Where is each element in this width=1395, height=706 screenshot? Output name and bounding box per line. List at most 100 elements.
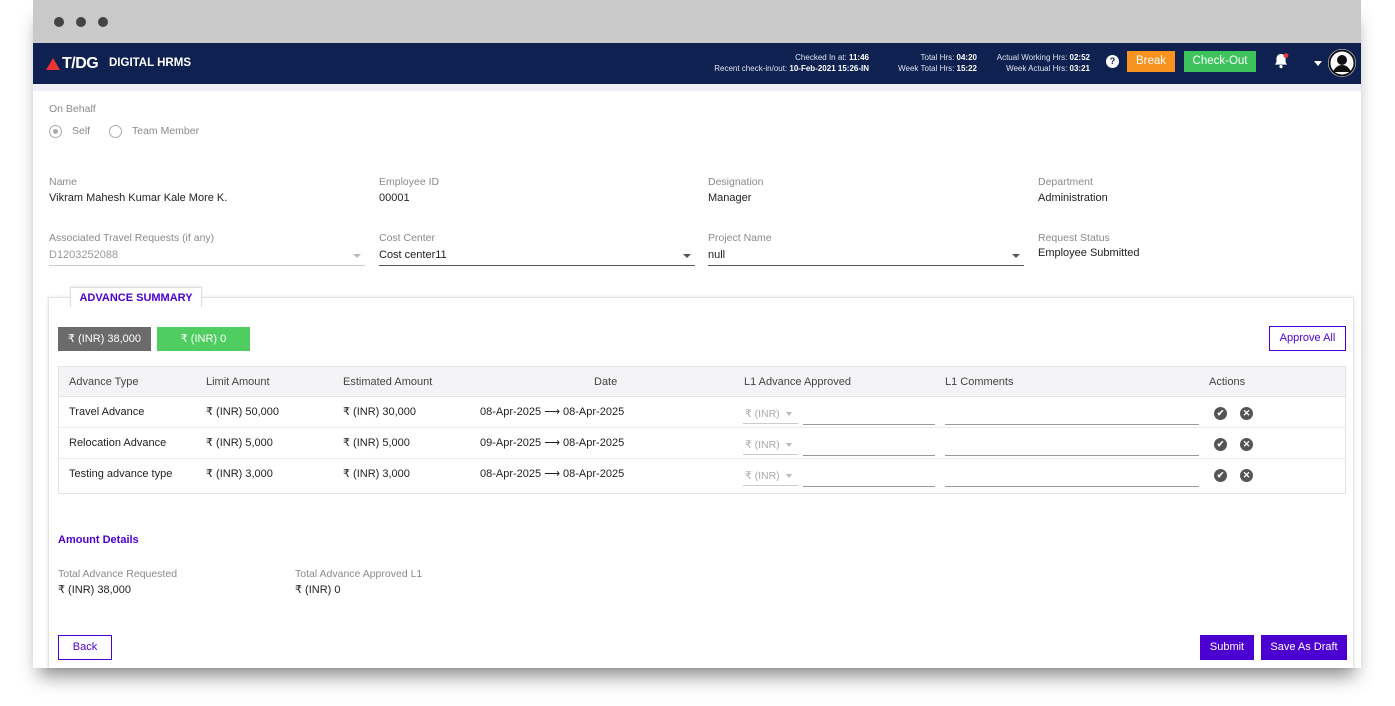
table-row: Travel Advance ₹ (INR) 50,000 ₹ (INR) 30… <box>59 397 1345 428</box>
designation-value: Manager <box>708 192 752 204</box>
l1-comments-input[interactable] <box>945 424 1199 425</box>
break-button[interactable]: Break <box>1127 51 1175 72</box>
col-advance-type: Advance Type <box>69 376 139 388</box>
window-dot-close[interactable] <box>54 17 64 27</box>
total-requested-label: Total Advance Requested <box>58 568 178 580</box>
checkin-stats: Checked In at: 11:46 Recent check-in/out… <box>683 52 869 74</box>
total-approved-label: Total Advance Approved L1 <box>295 568 423 580</box>
cost-center-value: Cost center11 <box>379 249 447 261</box>
actual-hrs-label: Actual Working Hrs: <box>996 53 1068 62</box>
approve-check-icon[interactable]: ✔ <box>1214 469 1227 482</box>
limit-amount-cell: ₹ (INR) 3,000 <box>206 468 273 480</box>
total-hrs-label: Total Hrs: <box>920 53 955 62</box>
advance-summary-card: ₹ (INR) 38,000 ₹ (INR) 0 Approve All Adv… <box>48 297 1354 668</box>
date-cell: 08-Apr-2025 ⟶ 08-Apr-2025 <box>480 468 625 480</box>
chevron-down-icon <box>786 412 792 416</box>
col-l1-comments: L1 Comments <box>945 376 1014 388</box>
user-avatar[interactable] <box>1328 49 1356 77</box>
radio-team-member[interactable] <box>109 125 122 138</box>
radio-self-label: Self <box>72 125 91 137</box>
amount-details-title: Amount Details <box>58 534 139 546</box>
approved-amount-input[interactable] <box>803 455 935 456</box>
checked-in-label: Checked In at: <box>795 53 847 62</box>
chevron-down-icon <box>786 474 792 478</box>
radio-self[interactable] <box>49 125 62 138</box>
chevron-down-icon <box>353 254 361 258</box>
notification-bell-icon[interactable] <box>1272 52 1290 75</box>
advance-type-cell: Relocation Advance <box>69 437 167 449</box>
week-total-label: Week Total Hrs: <box>898 64 955 73</box>
header-divider <box>33 84 1361 91</box>
approved-amount-input[interactable] <box>803 486 935 487</box>
save-as-draft-button[interactable]: Save As Draft <box>1261 635 1347 660</box>
currency-value: ₹ (INR) <box>745 408 780 420</box>
date-cell: 09-Apr-2025 ⟶ 08-Apr-2025 <box>480 437 625 449</box>
window-dot-maximize[interactable] <box>98 17 108 27</box>
checkout-button[interactable]: Check-Out <box>1184 51 1256 72</box>
l1-comments-input[interactable] <box>945 455 1199 456</box>
total-advance-pill: ₹ (INR) 38,000 <box>58 327 151 351</box>
name-value: Vikram Mahesh Kumar Kale More K. <box>49 192 228 204</box>
approve-all-button[interactable]: Approve All <box>1269 326 1346 351</box>
total-hours-stats: Total Hrs: 04:20 Week Total Hrs: 15:22 <box>883 52 977 74</box>
request-status-label: Request Status <box>1038 232 1110 244</box>
back-button[interactable]: Back <box>58 635 112 660</box>
window-dot-minimize[interactable] <box>76 17 86 27</box>
advance-summary-tab[interactable]: ADVANCE SUMMARY <box>70 287 202 307</box>
user-menu-caret-icon[interactable] <box>1314 61 1322 66</box>
project-name-select[interactable]: null <box>708 246 1024 266</box>
col-actions: Actions <box>1209 376 1246 388</box>
advance-type-cell: Travel Advance <box>69 406 145 418</box>
l1-comments-input[interactable] <box>945 486 1199 487</box>
radio-team-member-label: Team Member <box>132 125 200 137</box>
approve-check-icon[interactable]: ✔ <box>1214 438 1227 451</box>
currency-select[interactable]: ₹ (INR) <box>743 404 798 424</box>
currency-value: ₹ (INR) <box>745 470 780 482</box>
estimated-amount-cell: ₹ (INR) 3,000 <box>343 468 410 480</box>
limit-amount-cell: ₹ (INR) 50,000 <box>206 406 280 418</box>
department-value: Administration <box>1038 192 1108 204</box>
submit-button[interactable]: Submit <box>1200 635 1254 660</box>
recent-checkin-label: Recent check-in/out: <box>714 64 788 73</box>
actual-hours-stats: Actual Working Hrs: 02:52 Week Actual Hr… <box>983 52 1090 74</box>
chevron-down-icon <box>683 254 691 258</box>
brand-logo[interactable]: T/DG <box>46 55 99 73</box>
approve-check-icon[interactable]: ✔ <box>1214 407 1227 420</box>
reject-x-icon[interactable]: ✕ <box>1240 438 1253 451</box>
logo-text: T/DG <box>62 55 99 72</box>
currency-select[interactable]: ₹ (INR) <box>743 466 798 486</box>
estimated-amount-cell: ₹ (INR) 5,000 <box>343 437 410 449</box>
recent-checkin-value: 10-Feb-2021 15:26-IN <box>789 64 869 73</box>
week-actual-value: 03:21 <box>1069 64 1090 73</box>
reject-x-icon[interactable]: ✕ <box>1240 407 1253 420</box>
actual-hrs-value: 02:52 <box>1069 53 1090 62</box>
employee-id-value: 00001 <box>379 192 410 204</box>
cost-center-select[interactable]: Cost center11 <box>379 246 695 266</box>
chevron-down-icon <box>786 443 792 447</box>
limit-amount-cell: ₹ (INR) 5,000 <box>206 437 273 449</box>
app-name: DIGITAL HRMS <box>109 57 191 69</box>
approved-amount-input[interactable] <box>803 424 935 425</box>
col-l1-advance-approved: L1 Advance Approved <box>744 376 852 388</box>
app-window: T/DG DIGITAL HRMS Checked In at: 11:46 R… <box>33 0 1361 668</box>
date-cell: 08-Apr-2025 ⟶ 08-Apr-2025 <box>480 406 625 418</box>
week-total-value: 15:22 <box>956 64 977 73</box>
reject-x-icon[interactable]: ✕ <box>1240 469 1253 482</box>
advance-type-cell: Testing advance type <box>69 468 173 480</box>
table-row: Relocation Advance ₹ (INR) 5,000 ₹ (INR)… <box>59 428 1345 459</box>
help-icon[interactable]: ? <box>1106 55 1119 68</box>
project-name-value: null <box>708 249 726 261</box>
total-requested-value: ₹ (INR) 38,000 <box>58 584 132 596</box>
top-navbar: T/DG DIGITAL HRMS Checked In at: 11:46 R… <box>33 43 1361 84</box>
employee-id-label: Employee ID <box>379 176 440 188</box>
col-limit-amount: Limit Amount <box>206 376 270 388</box>
window-chrome <box>33 0 1361 43</box>
department-label: Department <box>1038 176 1093 188</box>
checked-in-value: 11:46 <box>848 53 869 62</box>
cost-center-label: Cost Center <box>379 232 436 244</box>
request-status-value: Employee Submitted <box>1038 247 1140 259</box>
on-behalf-label: On Behalf <box>49 103 96 115</box>
currency-select[interactable]: ₹ (INR) <box>743 435 798 455</box>
table-header: Advance Type Limit Amount Estimated Amou… <box>59 367 1345 397</box>
estimated-amount-cell: ₹ (INR) 30,000 <box>343 406 417 418</box>
